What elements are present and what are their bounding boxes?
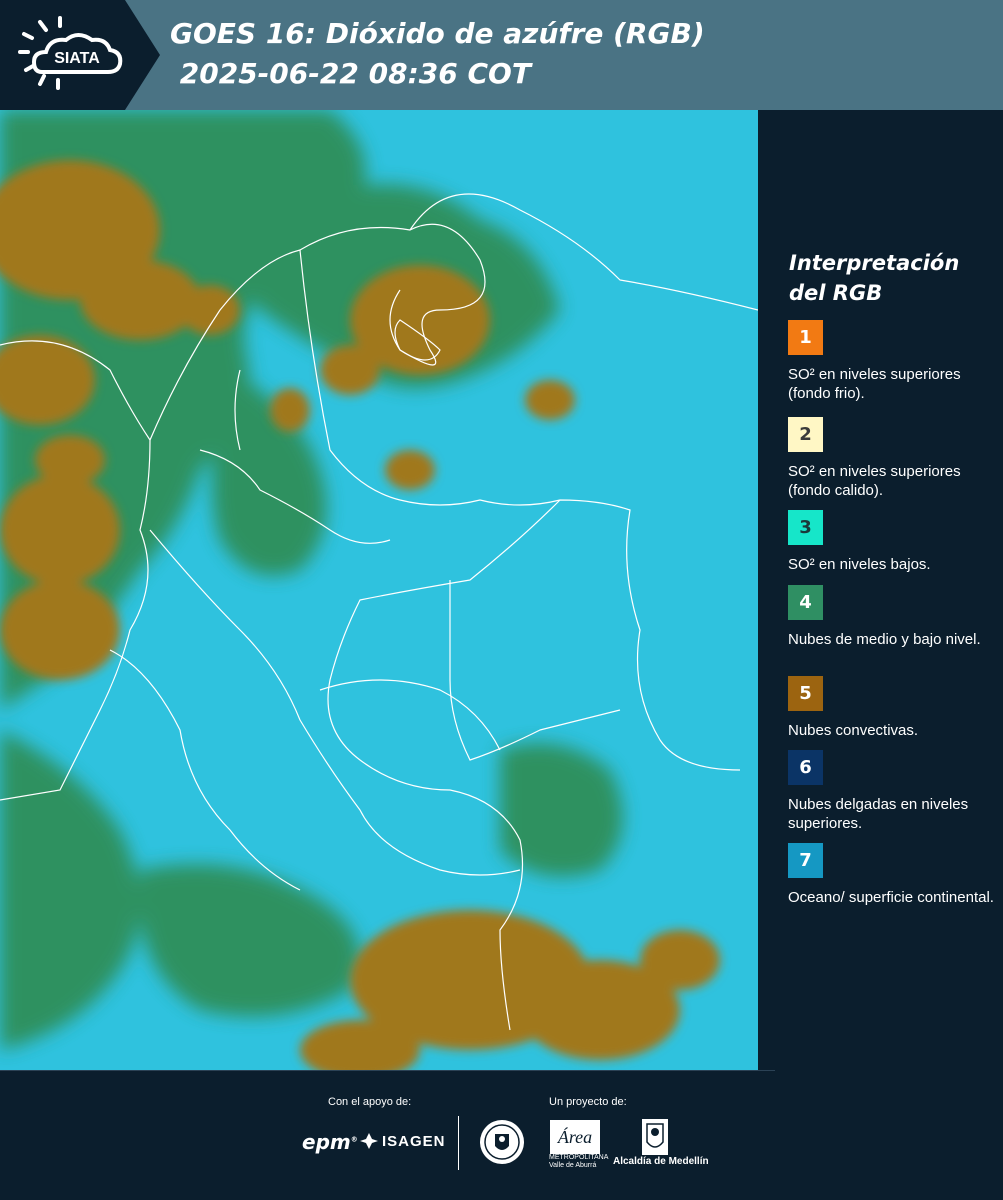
page-title: GOES 16: Dióxido de azúfre (RGB) 2025-06… xyxy=(170,17,705,90)
legend-swatch-number: 3 xyxy=(799,517,812,538)
legend-item-1: 1 SO² en niveles superiores (fondo frio)… xyxy=(788,320,998,403)
logo-text: SIATA xyxy=(54,50,100,67)
siata-logo-shape: SIATA xyxy=(0,0,160,110)
legend-swatch-number: 6 xyxy=(799,757,812,778)
epm-logo[interactable]: epm® xyxy=(302,1130,358,1154)
legend-swatch-2: 2 xyxy=(788,417,823,452)
legend-swatch-number: 7 xyxy=(799,850,812,871)
legend-swatch-4: 4 xyxy=(788,585,823,620)
epm-logo-text: epm xyxy=(302,1130,351,1154)
header-bar: SIATA GOES 16: Dióxido de azúfre (RGB) 2… xyxy=(0,0,1003,110)
legend-swatch-5: 5 xyxy=(788,676,823,711)
satellite-image xyxy=(0,110,758,1070)
legend-swatch-6: 6 xyxy=(788,750,823,785)
legend-swatch-7: 7 xyxy=(788,843,823,878)
legend-label-2: SO² en niveles superiores (fondo calido)… xyxy=(788,463,961,499)
legend-swatch-number: 1 xyxy=(799,327,812,348)
legend-item-7: 7 Oceano/ superficie continental. xyxy=(788,843,998,907)
area-metropolitana-name: METROPOLITANA Valle de Aburrá xyxy=(549,1154,608,1169)
legend-item-4: 4 Nubes de medio y bajo nivel. xyxy=(788,585,998,649)
legend-swatch-number: 2 xyxy=(799,424,812,445)
legend-item-3: 3 SO² en niveles bajos. xyxy=(788,510,998,574)
legend-label-5: Nubes convectivas. xyxy=(788,722,919,739)
legend-item-2: 2 SO² en niveles superiores (fondo calid… xyxy=(788,417,998,500)
legend-item-5: 5 Nubes convectivas. xyxy=(788,676,998,740)
isagen-icon xyxy=(360,1133,378,1149)
legend-label-1: SO² en niveles superiores (fondo frio). xyxy=(788,366,961,402)
project-label: Un proyecto de: xyxy=(549,1096,627,1108)
legend-item-6: 6 Nubes delgadas en niveles superiores. xyxy=(788,750,998,833)
satellite-map[interactable] xyxy=(0,110,758,1070)
legend-label-3: SO² en niveles bajos. xyxy=(788,556,931,573)
alcaldia-shield-icon[interactable] xyxy=(641,1118,669,1161)
footer-separator xyxy=(458,1116,459,1170)
siata-logo[interactable]: SIATA xyxy=(0,0,160,110)
legend-title: Interpretación del RGB xyxy=(789,251,960,305)
isagen-logo[interactable]: ISAGEN xyxy=(360,1132,446,1150)
footer: Con el apoyo de: Un proyecto de: epm® IS… xyxy=(0,1070,1003,1200)
medellin-seal-icon[interactable] xyxy=(478,1118,526,1171)
area-logo-text: Área xyxy=(557,1126,592,1147)
isagen-logo-text: ISAGEN xyxy=(382,1132,446,1150)
legend-swatch-number: 4 xyxy=(799,592,812,613)
legend-panel: Interpretación del RGB 1 SO² en niveles … xyxy=(758,110,1003,1070)
legend-swatch-number: 5 xyxy=(799,683,812,704)
legend-swatch-3: 3 xyxy=(788,510,823,545)
support-label: Con el apoyo de: xyxy=(328,1096,412,1108)
legend-label-7: Oceano/ superficie continental. xyxy=(788,889,994,906)
shield-icon xyxy=(642,1119,668,1155)
alcaldia-name: Alcaldía de Medellín xyxy=(613,1156,709,1167)
footer-divider-line xyxy=(0,1070,775,1071)
legend-swatch-1: 1 xyxy=(788,320,823,355)
legend-label-6: Nubes delgadas en niveles superiores. xyxy=(788,796,969,832)
seal-icon xyxy=(480,1120,524,1164)
legend-label-4: Nubes de medio y bajo nivel. xyxy=(788,631,981,648)
area-logo-shape: Área xyxy=(550,1120,600,1154)
